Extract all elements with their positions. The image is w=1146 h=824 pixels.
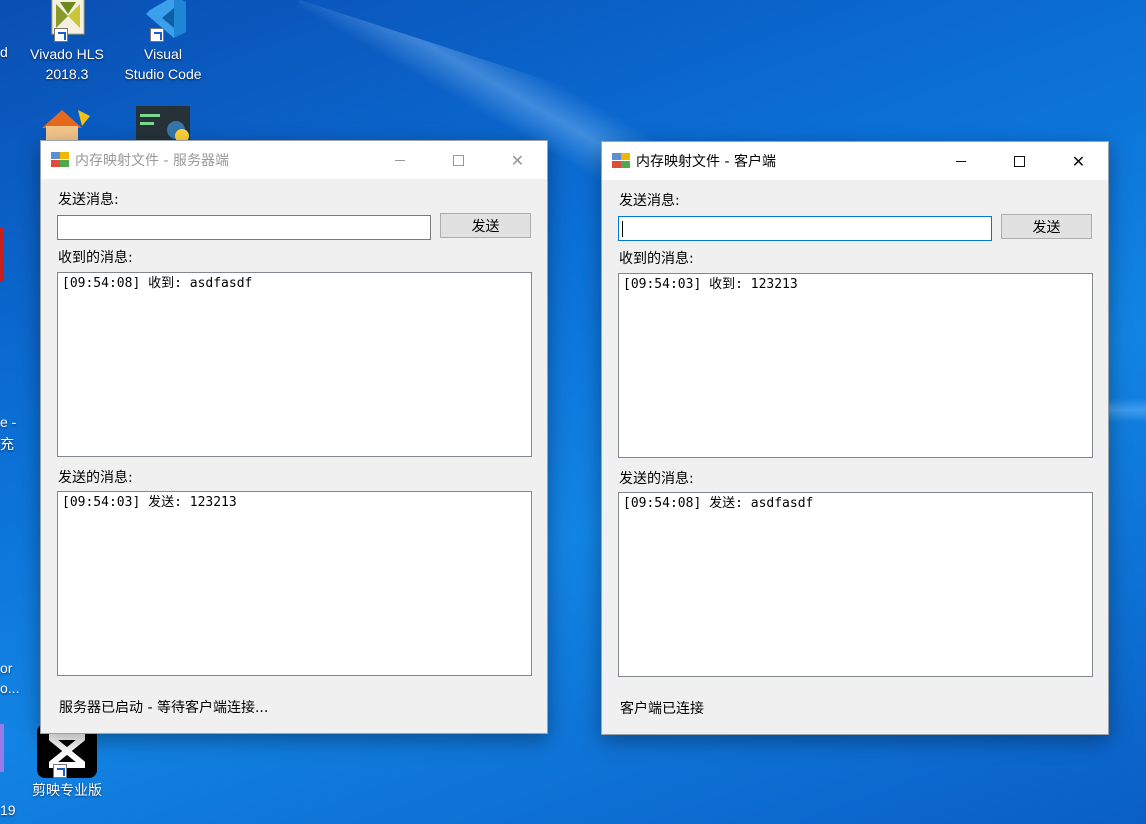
maximize-button[interactable] — [990, 142, 1049, 180]
close-button[interactable]: ✕ — [1049, 142, 1108, 180]
send-message-input[interactable] — [618, 216, 992, 241]
desktop-partial-label: or — [0, 660, 13, 676]
text-caret — [622, 221, 623, 237]
window-title: 内存映射文件 - 服务器端 — [75, 153, 229, 169]
desktop-icon-vivado-hls[interactable]: Vivado HLS 2018.3 — [22, 0, 112, 84]
desktop-icon-capcut[interactable]: 剪映专业版 — [22, 724, 112, 800]
desktop-partial-label: e - — [0, 414, 17, 430]
window-title: 内存映射文件 - 客户端 — [636, 154, 776, 170]
title-bar[interactable]: 内存映射文件 - 服务器端 ✕ — [41, 141, 547, 179]
send-message-label: 发送消息: — [58, 192, 119, 208]
close-icon: ✕ — [510, 150, 525, 170]
sent-messages-label: 发送的消息: — [619, 471, 694, 487]
status-label: 服务器已启动 - 等待客户端连接... — [59, 700, 269, 716]
sent-messages-label: 发送的消息: — [58, 470, 133, 486]
maximize-button[interactable] — [429, 141, 488, 179]
desktop-partial-icon[interactable] — [0, 724, 4, 772]
send-message-input[interactable] — [57, 215, 431, 240]
desktop-icon-label: 2018.3 — [45, 66, 89, 82]
send-button[interactable]: 发送 — [1001, 214, 1092, 239]
close-button[interactable]: ✕ — [488, 141, 547, 179]
desktop-partial-label: d — [0, 44, 8, 60]
received-messages-list[interactable]: [09:54:08] 收到: asdfasdf — [57, 272, 532, 457]
desktop-icon-label: Vivado HLS — [30, 46, 104, 62]
server-window[interactable]: 内存映射文件 - 服务器端 ✕ 发送消息: 发送 收到的消息: [09:54:0… — [40, 140, 548, 734]
desktop-partial-label: 充 — [0, 436, 14, 452]
shortcut-arrow-icon — [53, 764, 67, 778]
vivado-hls-icon — [38, 0, 96, 42]
list-item[interactable]: [09:54:08] 收到: asdfasdf — [62, 276, 527, 292]
received-messages-list[interactable]: [09:54:03] 收到: 123213 — [618, 273, 1093, 458]
list-item[interactable]: [09:54:08] 发送: asdfasdf — [623, 496, 1088, 512]
minimize-icon — [955, 160, 966, 162]
list-item[interactable]: [09:54:03] 收到: 123213 — [623, 277, 1088, 293]
app-icon — [612, 153, 630, 169]
minimize-button[interactable] — [370, 141, 429, 179]
minimize-button[interactable] — [931, 142, 990, 180]
list-item[interactable]: [09:54:03] 发送: 123213 — [62, 495, 527, 511]
desktop-partial-label: 19 — [0, 802, 16, 818]
received-messages-label: 收到的消息: — [619, 251, 694, 267]
maximize-icon — [453, 154, 464, 166]
desktop-icon-vscode[interactable]: Visual Studio Code — [118, 0, 208, 84]
maximize-icon — [1014, 155, 1025, 167]
desktop-icon-label: Studio Code — [124, 66, 202, 82]
status-label: 客户端已连接 — [620, 701, 704, 717]
desktop-icon-label: 剪映专业版 — [32, 782, 102, 798]
vscode-icon — [134, 0, 192, 42]
desktop-partial-icon[interactable] — [0, 228, 4, 282]
app-icon — [51, 152, 69, 168]
send-button[interactable]: 发送 — [440, 213, 531, 238]
send-message-label: 发送消息: — [619, 193, 680, 209]
shortcut-arrow-icon — [150, 28, 164, 42]
received-messages-label: 收到的消息: — [58, 250, 133, 266]
desktop-partial-label: o... — [0, 680, 20, 696]
sent-messages-list[interactable]: [09:54:08] 发送: asdfasdf — [618, 492, 1093, 677]
shortcut-arrow-icon — [54, 28, 68, 42]
title-bar[interactable]: 内存映射文件 - 客户端 ✕ — [602, 142, 1108, 180]
client-window[interactable]: 内存映射文件 - 客户端 ✕ 发送消息: 发送 收到的消息: [09:54:03… — [601, 141, 1109, 735]
sent-messages-list[interactable]: [09:54:03] 发送: 123213 — [57, 491, 532, 676]
close-icon: ✕ — [1071, 151, 1086, 171]
desktop-icon-label: Visual — [144, 46, 182, 62]
minimize-icon — [394, 159, 405, 161]
